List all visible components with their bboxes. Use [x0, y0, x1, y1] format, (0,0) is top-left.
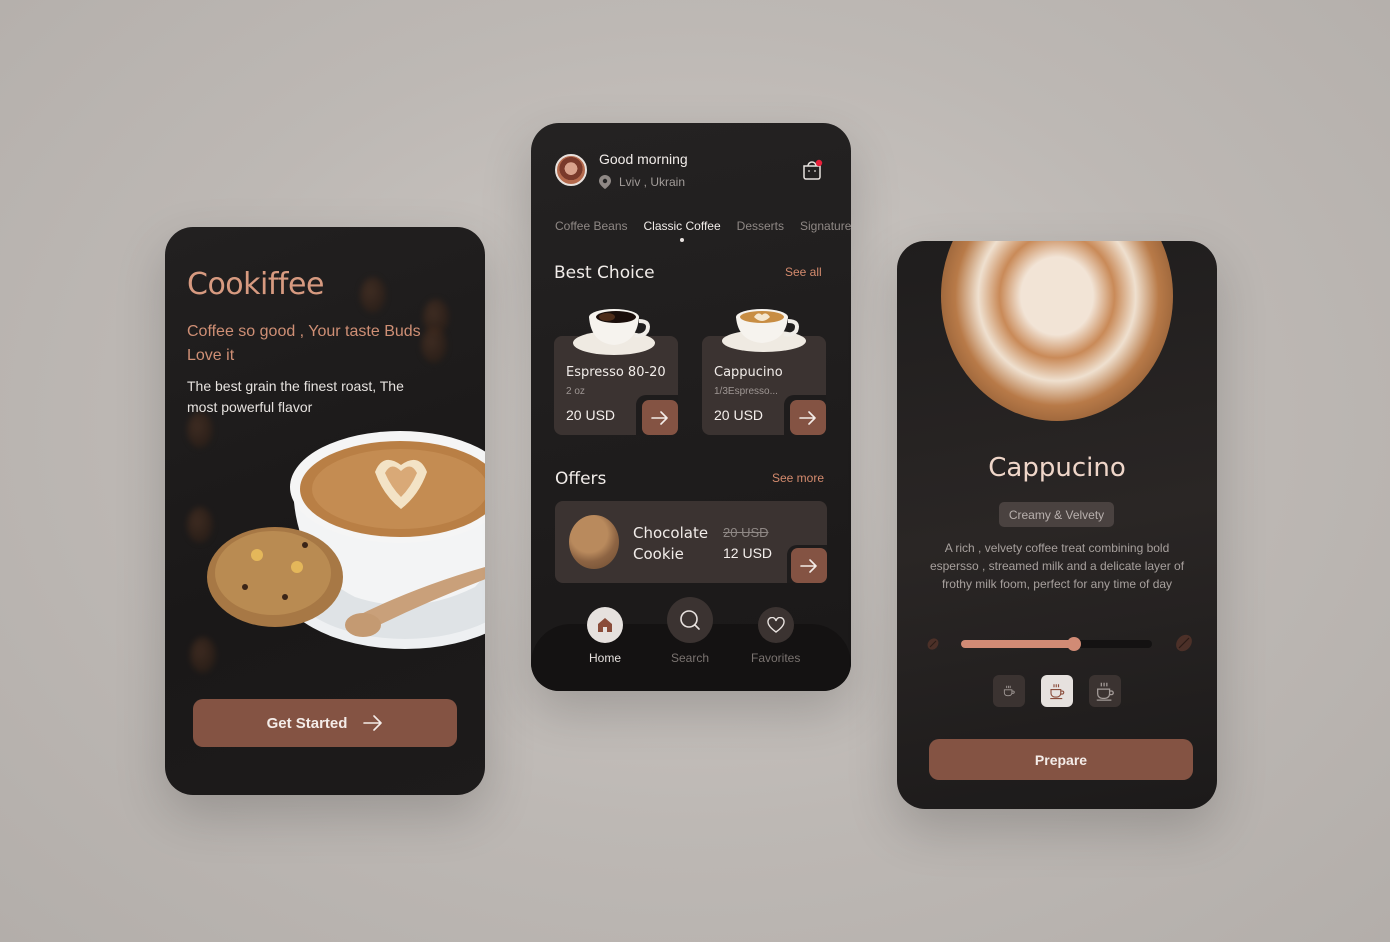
offer-name: Chocolate Cookie	[633, 524, 709, 563]
size-medium-button[interactable]	[1041, 675, 1073, 707]
arrow-right-icon	[799, 410, 816, 425]
slider-thumb[interactable]	[1066, 637, 1081, 651]
nav-favorites-label: Favorites	[751, 651, 801, 665]
prepare-button[interactable]: Prepare	[929, 739, 1193, 780]
product-price: 20 USD	[714, 407, 764, 423]
brand-title: Cookiffee	[187, 267, 324, 302]
cup-small-icon	[1003, 685, 1015, 697]
nav-search[interactable]: Search	[667, 597, 713, 665]
offer-new-price: 12 USD	[723, 545, 773, 561]
onboarding-screen: Cookiffee Coffee so good , Your taste Bu…	[165, 227, 485, 795]
greeting-text: Good morning	[599, 151, 688, 167]
offer-old-price: 20 USD	[723, 525, 769, 540]
search-icon	[680, 610, 700, 630]
slider-fill	[961, 640, 1074, 648]
product-subtitle: 1/3Espresso...	[714, 386, 778, 397]
product-name: Espresso 80-20	[566, 365, 666, 380]
notification-dot	[815, 159, 823, 167]
product-title: Cappucino	[988, 453, 1126, 483]
user-avatar[interactable]	[555, 154, 587, 186]
best-choice-title: Best Choice	[554, 263, 655, 283]
add-offer-button[interactable]	[791, 548, 827, 583]
size-small-button[interactable]	[993, 675, 1025, 707]
product-description: A rich , velvety coffee treat combining …	[929, 541, 1185, 591]
arrow-right-icon	[800, 558, 817, 573]
heart-icon	[766, 617, 785, 633]
add-product-button[interactable]	[642, 400, 678, 435]
strength-slider[interactable]	[961, 637, 1152, 651]
flavor-chip: Creamy & Velvety	[999, 502, 1114, 527]
product-detail-screen: Cappucino Creamy & Velvety A rich , velv…	[897, 241, 1217, 809]
cappucino-cup-image	[722, 309, 806, 352]
category-tabs: Coffee Beans Classic Coffee Desserts Sig…	[555, 219, 851, 242]
description: The best grain the finest roast, The mos…	[187, 378, 404, 415]
tab-desserts[interactable]: Desserts	[737, 219, 784, 233]
cookie-image	[569, 515, 619, 569]
home-screen: Good morning Lviv , Ukrain Coffee Beans …	[531, 123, 851, 691]
nav-home[interactable]: Home	[587, 607, 623, 665]
nav-search-label: Search	[670, 651, 710, 665]
tab-coffee-beans[interactable]: Coffee Beans	[555, 219, 628, 233]
nav-home-label: Home	[588, 651, 621, 665]
coffee-bean-icon	[1176, 634, 1192, 652]
product-price: 20 USD	[566, 407, 616, 423]
coffee-and-cookie-image	[207, 431, 485, 649]
see-all-link[interactable]: See all	[785, 265, 822, 279]
offer-card[interactable]: Chocolate Cookie 20 USD 12 USD	[555, 501, 827, 583]
cup-large-icon	[1096, 682, 1114, 701]
get-started-button[interactable]: Get Started	[193, 699, 457, 747]
product-name: Cappucino	[714, 365, 783, 380]
coffee-bean-decoration	[360, 277, 386, 313]
shopping-bag-icon[interactable]	[801, 159, 823, 181]
size-large-button[interactable]	[1089, 675, 1121, 707]
cup-medium-icon	[1050, 684, 1065, 700]
cappucino-image	[941, 241, 1173, 421]
arrow-right-icon	[651, 410, 668, 425]
tab-signature[interactable]: Signature	[800, 219, 851, 233]
coffee-bean-icon	[927, 638, 939, 650]
get-started-label: Get Started	[266, 714, 348, 732]
nav-favorites[interactable]: Favorites	[751, 607, 800, 665]
tab-classic-coffee[interactable]: Classic Coffee	[644, 219, 721, 242]
map-pin-icon	[599, 175, 611, 189]
add-product-button[interactable]	[790, 400, 826, 435]
espresso-cup-image	[573, 309, 655, 355]
offers-title: Offers	[555, 469, 607, 489]
location-text: Lviv , Ukrain	[619, 175, 686, 189]
tagline: Coffee so good , Your taste Buds Love it	[187, 323, 421, 364]
see-more-link[interactable]: See more	[772, 471, 824, 485]
home-icon	[598, 618, 612, 632]
arrow-right-icon	[363, 715, 383, 731]
product-subtitle: 2 oz	[566, 386, 585, 397]
location: Lviv , Ukrain	[599, 175, 685, 189]
